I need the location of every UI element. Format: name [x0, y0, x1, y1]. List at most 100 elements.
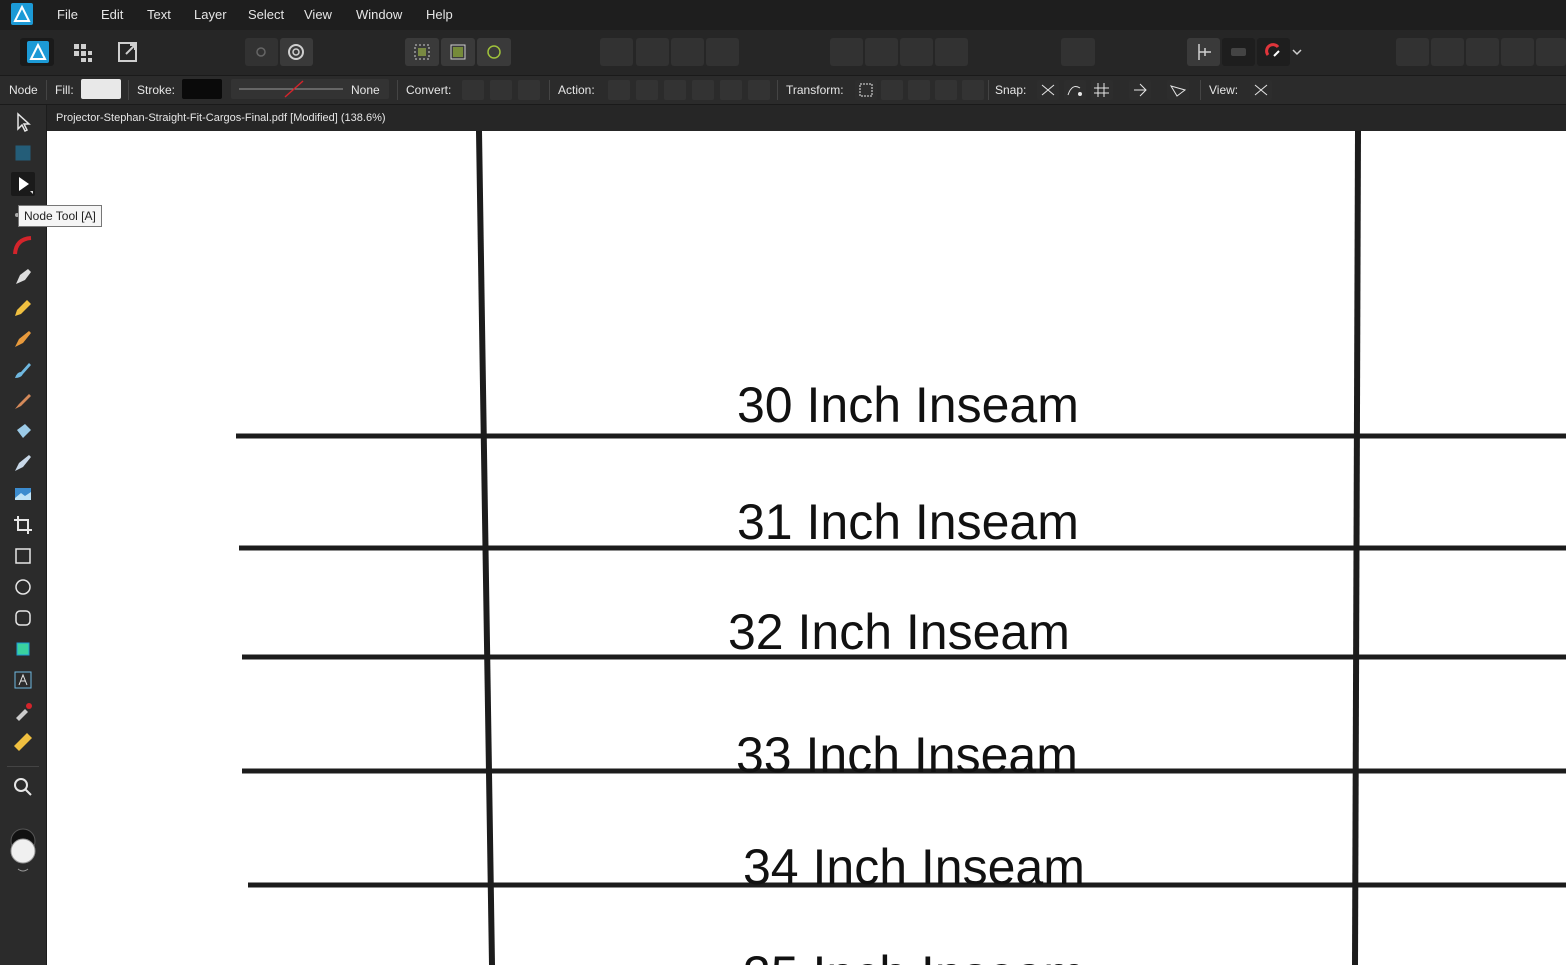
chevron-down-icon [1292, 49, 1302, 56]
transparency-tool-icon[interactable] [11, 451, 35, 475]
corner-tool-icon[interactable] [11, 234, 35, 258]
color-wells-icon[interactable] [8, 827, 38, 877]
menu-edit[interactable]: Edit [101, 7, 123, 22]
snap-grid-button[interactable] [1091, 80, 1113, 100]
boolean-intersect-button[interactable] [1466, 38, 1499, 66]
snap-grid-icon [1094, 83, 1109, 97]
inseam-label-32[interactable]: 32 Inch Inseam [728, 607, 1070, 657]
node-tool-icon[interactable] [11, 172, 35, 196]
inseam-label-33[interactable]: 33 Inch Inseam [736, 730, 1078, 780]
node-tool-tooltip: Node Tool [A] [18, 205, 102, 227]
transform-mode-button[interactable] [855, 80, 877, 100]
settings-button[interactable] [280, 38, 313, 66]
pixel-brush-tool-icon[interactable] [11, 389, 35, 413]
boolean-add-button[interactable] [1396, 38, 1429, 66]
affinity-designer-logo-icon[interactable] [11, 3, 33, 25]
snap-nodes-button[interactable] [1037, 80, 1059, 100]
menu-help[interactable]: Help [426, 7, 453, 22]
menu-window[interactable]: Window [356, 7, 402, 22]
inseam-label-31[interactable]: 31 Inch Inseam [737, 497, 1079, 547]
pen-tool-icon[interactable] [11, 265, 35, 289]
menu-layer[interactable]: Layer [194, 7, 227, 22]
action-reverse-curves-button[interactable] [748, 80, 770, 100]
menu-text[interactable]: Text [147, 7, 171, 22]
rounded-rectangle-tool-icon[interactable] [11, 606, 35, 630]
export-persona-button[interactable] [112, 38, 144, 66]
place-image-tool-icon[interactable] [11, 482, 35, 506]
fill-tool-icon[interactable] [11, 420, 35, 444]
magnet-button[interactable] [1257, 38, 1290, 66]
action-label: Action: [558, 83, 595, 97]
snap-extra-button[interactable] [1129, 80, 1151, 100]
inseam-label-35[interactable]: 35 Inch Inseam [743, 949, 1085, 965]
arrange-back-button[interactable] [600, 38, 633, 66]
snap-options-dropdown[interactable] [1290, 38, 1304, 66]
transform-option-4[interactable] [935, 80, 957, 100]
align-center-button[interactable] [865, 38, 898, 66]
designer-persona-button[interactable] [20, 38, 54, 66]
boolean-button[interactable] [245, 38, 278, 66]
artboard-tool-icon[interactable] [11, 141, 35, 165]
align-left-button[interactable] [830, 38, 863, 66]
arrange-forward-button[interactable] [671, 38, 704, 66]
toggle-icon [1231, 48, 1246, 56]
action-smooth-button[interactable] [664, 80, 686, 100]
insert-target-button[interactable] [1061, 38, 1095, 66]
boolean-divide-button[interactable] [1536, 38, 1566, 66]
separator [128, 80, 129, 100]
pencil-tool-icon[interactable] [11, 296, 35, 320]
arrange-front-button[interactable] [706, 38, 739, 66]
convert-smooth-button[interactable] [490, 80, 512, 100]
zoom-tool-icon[interactable] [11, 775, 35, 799]
color-picker-tool-icon[interactable] [11, 699, 35, 723]
document-tab[interactable]: Projector-Stephan-Straight-Fit-Cargos-Fi… [47, 105, 1566, 131]
vector-brush-tool-icon[interactable] [11, 327, 35, 351]
ellipse-tool-icon[interactable] [11, 575, 35, 599]
magnet-icon [1265, 43, 1280, 57]
grid-square-icon [450, 44, 466, 60]
rectangle-tool-icon[interactable] [11, 544, 35, 568]
menu-view[interactable]: View [304, 7, 332, 22]
view-options-button[interactable] [1250, 80, 1272, 100]
snapping-button[interactable] [1187, 38, 1220, 66]
export-icon [118, 42, 137, 62]
inseam-label-34[interactable]: 34 Inch Inseam [743, 842, 1085, 892]
boolean-xor-button[interactable] [1501, 38, 1534, 66]
snap-curves-button[interactable] [1064, 80, 1086, 100]
tools-divider [7, 766, 39, 767]
transform-option-2[interactable] [881, 80, 903, 100]
snap-toggle-button[interactable] [1222, 38, 1255, 66]
arrange-backward-button[interactable] [636, 38, 669, 66]
canvas[interactable]: 30 Inch Inseam 31 Inch Inseam 32 Inch In… [47, 131, 1566, 965]
transform-option-5[interactable] [962, 80, 984, 100]
align-top-button[interactable] [935, 38, 968, 66]
menu-select[interactable]: Select [248, 7, 284, 22]
convert-sharp-button[interactable] [462, 80, 484, 100]
move-tool-icon[interactable] [11, 110, 35, 134]
snap-select-button[interactable] [405, 38, 439, 66]
action-close-button[interactable] [636, 80, 658, 100]
stroke-style-field[interactable]: None [231, 79, 389, 99]
crop-tool-icon[interactable] [11, 513, 35, 537]
text-tool-icon[interactable] [11, 668, 35, 692]
snap-vector-button[interactable] [1167, 80, 1189, 100]
convert-smart-button[interactable] [518, 80, 540, 100]
pixel-persona-button[interactable] [66, 38, 98, 66]
action-reverse-button[interactable] [720, 80, 742, 100]
snap-geometry-button[interactable] [477, 38, 511, 66]
shape-tool-icon[interactable] [11, 637, 35, 661]
menu-file[interactable]: File [57, 7, 78, 22]
measure-tool-icon[interactable] [11, 730, 35, 754]
snap-handle-icon [1134, 83, 1147, 97]
boolean-subtract-button[interactable] [1431, 38, 1464, 66]
action-break-button[interactable] [608, 80, 630, 100]
snap-bounds-button[interactable] [441, 38, 475, 66]
separator [549, 80, 550, 100]
stroke-swatch[interactable] [182, 79, 222, 99]
paint-brush-tool-icon[interactable] [11, 358, 35, 382]
align-right-button[interactable] [900, 38, 933, 66]
inseam-label-30[interactable]: 30 Inch Inseam [737, 380, 1079, 430]
action-join-button[interactable] [692, 80, 714, 100]
fill-swatch[interactable] [81, 79, 121, 99]
transform-option-3[interactable] [908, 80, 930, 100]
